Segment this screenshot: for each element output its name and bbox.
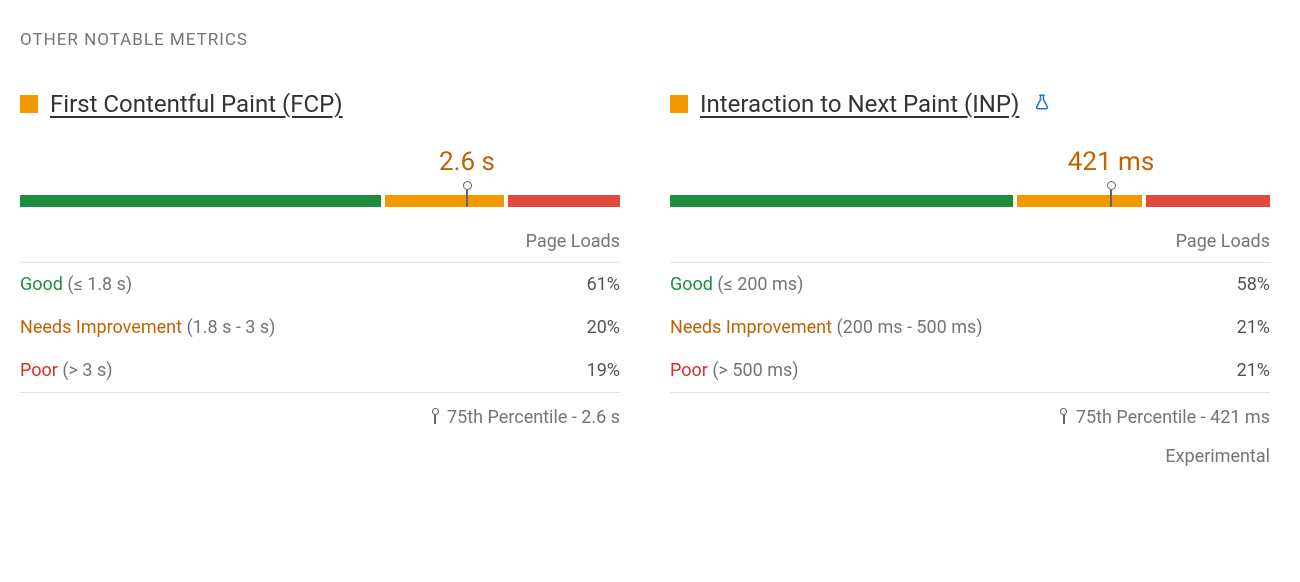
metric-card-fcp: First Contentful Paint (FCP) 2.6 s Page … — [20, 90, 620, 467]
distribution-bar-inp — [670, 181, 1270, 211]
ni-pct: 21% — [1237, 317, 1270, 338]
poor-pct: 21% — [1237, 360, 1270, 381]
dist-label: Good (≤ 200 ms) — [670, 274, 803, 295]
metric-value-fcp: 2.6 s — [20, 147, 620, 177]
ni-label: Needs Improvement — [670, 317, 832, 338]
ni-range: (200 ms - 500 ms) — [836, 317, 982, 338]
metric-title-row: First Contentful Paint (FCP) — [20, 90, 620, 119]
percentile-row: 75th Percentile - 2.6 s — [20, 392, 620, 428]
bar-segment-needs-improvement — [385, 195, 503, 207]
dist-label: Needs Improvement (200 ms - 500 ms) — [670, 317, 983, 338]
dist-label: Good (≤ 1.8 s) — [20, 274, 132, 295]
good-label: Good — [20, 274, 63, 295]
dist-row-poor: Poor (> 500 ms) 21% — [670, 349, 1270, 392]
percentile-marker-icon — [431, 408, 439, 426]
ni-label: Needs Improvement — [20, 317, 182, 338]
status-indicator-icon — [670, 95, 688, 113]
good-range: (≤ 1.8 s) — [67, 274, 132, 295]
poor-pct: 19% — [587, 360, 620, 381]
experimental-flask-icon[interactable] — [1033, 93, 1051, 116]
dist-label: Needs Improvement (1.8 s - 3 s) — [20, 317, 275, 338]
distribution-bar — [20, 195, 620, 207]
distribution-bar — [670, 195, 1270, 207]
dist-row-good: Good (≤ 1.8 s) 61% — [20, 263, 620, 306]
good-label: Good — [670, 274, 713, 295]
bar-segment-good — [20, 195, 381, 207]
dist-row-ni: Needs Improvement (1.8 s - 3 s) 20% — [20, 306, 620, 349]
percentile-text: 75th Percentile - 2.6 s — [447, 407, 620, 428]
distribution-bar-fcp — [20, 181, 620, 211]
metric-title-link-fcp[interactable]: First Contentful Paint (FCP) — [50, 90, 343, 119]
dist-label: Poor (> 3 s) — [20, 360, 113, 381]
status-indicator-icon — [20, 95, 38, 113]
metric-value-inp: 421 ms — [670, 147, 1270, 177]
section-header: OTHER NOTABLE METRICS — [20, 30, 1280, 50]
good-pct: 61% — [587, 274, 620, 295]
experimental-label: Experimental — [670, 446, 1270, 467]
poor-label: Poor — [20, 360, 58, 381]
bar-segment-poor — [508, 195, 620, 207]
good-pct: 58% — [1237, 274, 1270, 295]
poor-label: Poor — [670, 360, 708, 381]
table-header-page-loads: Page Loads — [20, 231, 620, 263]
good-range: (≤ 200 ms) — [717, 274, 803, 295]
ni-pct: 20% — [587, 317, 620, 338]
poor-range: (> 3 s) — [62, 360, 112, 381]
bar-segment-poor — [1146, 195, 1270, 207]
percentile-marker-icon — [1060, 408, 1068, 426]
ni-range: (1.8 s - 3 s) — [186, 317, 275, 338]
dist-row-good: Good (≤ 200 ms) 58% — [670, 263, 1270, 306]
bar-segment-good — [670, 195, 1013, 207]
dist-row-poor: Poor (> 3 s) 19% — [20, 349, 620, 392]
dist-row-ni: Needs Improvement (200 ms - 500 ms) 21% — [670, 306, 1270, 349]
metric-card-inp: Interaction to Next Paint (INP) 421 ms P… — [670, 90, 1270, 467]
metric-title-row: Interaction to Next Paint (INP) — [670, 90, 1270, 119]
percentile-row: 75th Percentile - 421 ms — [670, 392, 1270, 428]
metric-value-text: 421 ms — [1068, 147, 1155, 177]
table-header-page-loads: Page Loads — [670, 231, 1270, 263]
metric-title-link-inp[interactable]: Interaction to Next Paint (INP) — [700, 90, 1019, 119]
bar-segment-needs-improvement — [1017, 195, 1141, 207]
poor-range: (> 500 ms) — [712, 360, 798, 381]
metrics-row: First Contentful Paint (FCP) 2.6 s Page … — [20, 90, 1280, 467]
metric-value-text: 2.6 s — [439, 147, 495, 177]
percentile-text: 75th Percentile - 421 ms — [1076, 407, 1270, 428]
dist-label: Poor (> 500 ms) — [670, 360, 799, 381]
